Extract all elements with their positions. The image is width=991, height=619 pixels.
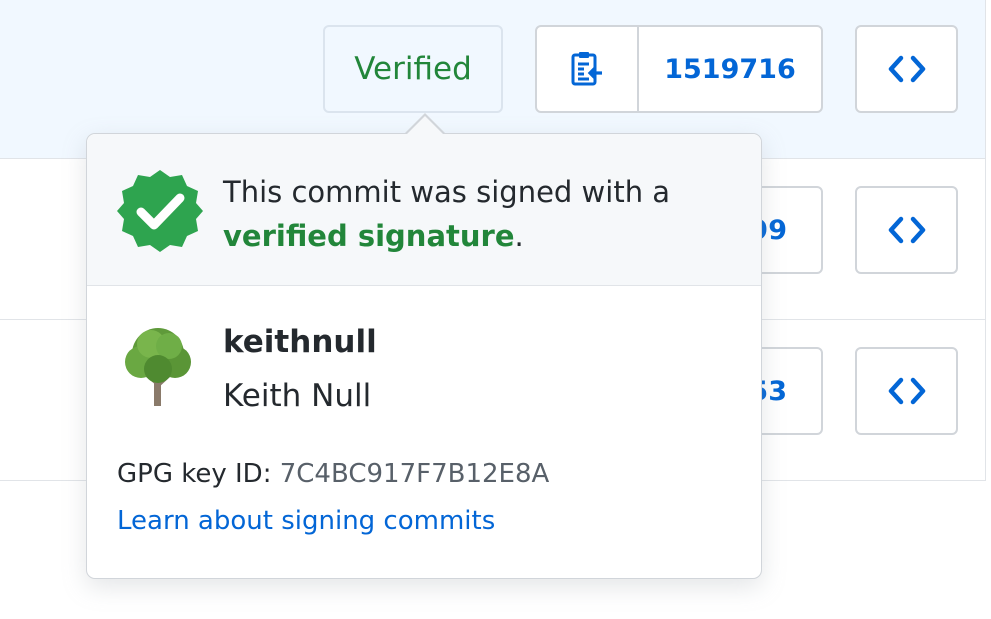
- signature-message-prefix: This commit was signed with a: [223, 175, 671, 209]
- avatar[interactable]: [117, 324, 199, 414]
- list-border: [985, 0, 986, 481]
- copy-sha-button[interactable]: [537, 27, 639, 111]
- signature-popover: This commit was signed with a verified s…: [86, 133, 762, 579]
- browse-code-button[interactable]: [855, 347, 958, 435]
- popover-caret-fill: [407, 116, 443, 134]
- user-login[interactable]: keithnull: [223, 324, 377, 360]
- verified-signature-text: verified signature: [223, 219, 515, 253]
- code-brackets-icon: [888, 216, 925, 244]
- verified-badge-icon: [117, 170, 203, 252]
- gpg-key-label: GPG key ID:: [117, 459, 272, 489]
- clipboard-copy-icon: [571, 52, 602, 86]
- verified-label: Verified: [354, 51, 472, 87]
- popover-header: This commit was signed with a verified s…: [87, 134, 761, 286]
- code-brackets-icon: [888, 377, 925, 405]
- learn-signing-link[interactable]: Learn about signing commits: [117, 506, 495, 536]
- gpg-key-line: GPG key ID: 7C4BC917F7B12E8A: [117, 459, 549, 489]
- browse-code-button[interactable]: [855, 186, 958, 274]
- user-full-name: Keith Null: [223, 378, 372, 414]
- signature-message-suffix: .: [514, 219, 524, 253]
- verified-button[interactable]: Verified: [323, 25, 503, 113]
- signature-message: This commit was signed with a verified s…: [223, 170, 670, 258]
- gpg-key-id: 7C4BC917F7B12E8A: [279, 459, 550, 489]
- commit-sha-link[interactable]: 1519716: [639, 27, 821, 111]
- code-brackets-icon: [888, 55, 925, 83]
- sha-button-group: 1519716: [535, 25, 823, 113]
- browse-code-button[interactable]: [855, 25, 958, 113]
